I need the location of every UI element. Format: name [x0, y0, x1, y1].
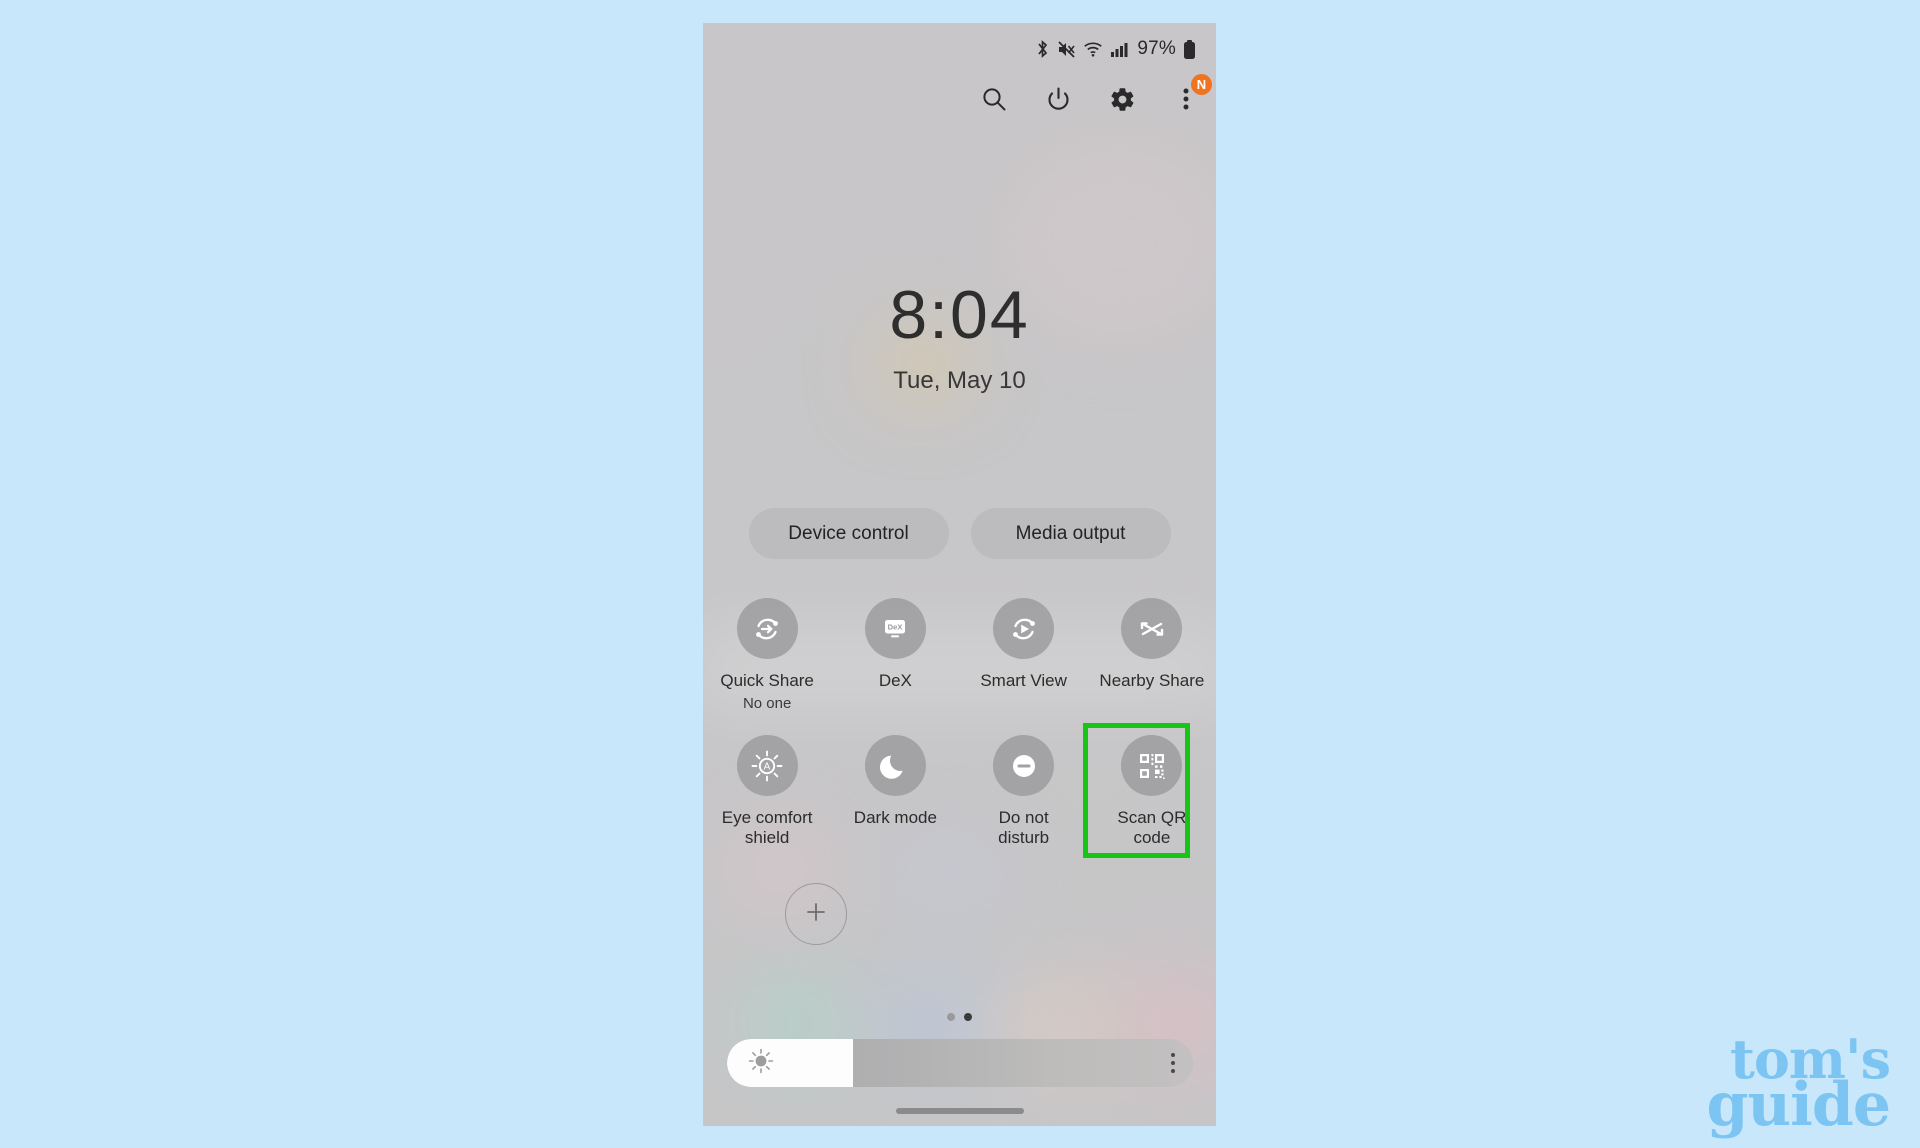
quick-share-icon	[736, 598, 798, 659]
smart-view-label: Smart View	[980, 671, 1067, 690]
search-icon[interactable]	[978, 83, 1010, 115]
scan-qr-code-label: Scan QR code	[1117, 808, 1187, 848]
nearby-share-toggle[interactable]: Nearby Share	[1088, 598, 1216, 712]
eye-comfort-shield-toggle[interactable]: A Eye comfort shield	[703, 735, 831, 848]
eye-comfort-shield-icon: A	[736, 735, 798, 796]
dex-icon: DeX	[864, 598, 926, 659]
wifi-icon	[1083, 39, 1103, 59]
overflow-menu-icon[interactable]: N	[1170, 74, 1212, 115]
quick-panel-header-icons: N	[978, 74, 1212, 115]
clock-date: Tue, May 10	[893, 367, 1026, 394]
nearby-share-icon	[1121, 598, 1183, 659]
quick-settings-row-2: A Eye comfort shield Dark mode Do not di…	[703, 735, 1216, 848]
brightness-overflow-menu-icon[interactable]	[1171, 1053, 1175, 1073]
add-tile-button[interactable]	[785, 883, 847, 945]
brightness-slider-fill	[727, 1039, 853, 1087]
page-indicator	[703, 1013, 1216, 1021]
mute-vibrate-icon	[1057, 39, 1076, 59]
battery-percent-label: 97%	[1137, 38, 1176, 59]
status-bar: 97%	[703, 23, 1216, 75]
scan-qr-code-toggle[interactable]: Scan QR code	[1088, 735, 1216, 848]
svg-text:DeX: DeX	[888, 622, 903, 631]
quick-panel-scrim	[703, 23, 1216, 1126]
watermark-line-2: guide	[1706, 1069, 1891, 1140]
signal-icon	[1110, 39, 1128, 59]
dex-toggle[interactable]: DeX DeX	[831, 598, 959, 712]
quick-share-sublabel: No one	[742, 695, 792, 713]
qr-code-icon	[1121, 735, 1183, 796]
phone-screen: 97% N 8:04 Tue, May 10 Device control Me…	[703, 23, 1216, 1126]
home-gesture-bar[interactable]	[895, 1108, 1024, 1114]
brightness-sun-icon	[747, 1047, 775, 1080]
dex-label: DeX	[878, 671, 912, 690]
svg-text:A: A	[764, 761, 771, 772]
do-not-disturb-toggle[interactable]: Do not disturb	[960, 735, 1088, 848]
toms-guide-watermark: tom's guide	[1706, 1031, 1891, 1140]
power-icon[interactable]	[1042, 83, 1074, 115]
do-not-disturb-label: Do not disturb	[998, 808, 1050, 848]
clock-time: 8:04	[889, 277, 1030, 353]
smart-view-icon	[993, 598, 1055, 659]
plus-icon	[805, 901, 827, 928]
moon-icon	[864, 735, 926, 796]
quick-share-toggle[interactable]: Quick Share No one	[703, 598, 831, 712]
nearby-share-label: Nearby Share	[1099, 671, 1205, 690]
battery-icon	[1183, 39, 1196, 60]
device-control-button[interactable]: Device control	[748, 508, 949, 559]
dark-mode-toggle[interactable]: Dark mode	[831, 735, 959, 848]
lock-clock: 8:04 Tue, May 10	[703, 281, 1216, 395]
do-not-disturb-icon	[993, 735, 1055, 796]
smart-view-toggle[interactable]: Smart View	[960, 598, 1088, 712]
quick-share-label: Quick Share	[720, 671, 814, 690]
panel-pill-buttons: Device control Media output	[703, 508, 1216, 559]
settings-gear-icon[interactable]	[1106, 83, 1138, 115]
media-output-button[interactable]: Media output	[970, 508, 1171, 559]
dark-mode-label: Dark mode	[853, 808, 937, 827]
page-dot-2[interactable]	[964, 1013, 972, 1021]
page-dot-1[interactable]	[947, 1013, 955, 1021]
notification-badge: N	[1191, 74, 1212, 95]
quick-settings-row-1: Quick Share No one DeX DeX Smart View Ne…	[703, 598, 1216, 712]
bluetooth-icon	[1035, 39, 1050, 59]
brightness-slider[interactable]	[727, 1039, 1193, 1087]
eye-comfort-shield-label: Eye comfort shield	[721, 808, 813, 848]
